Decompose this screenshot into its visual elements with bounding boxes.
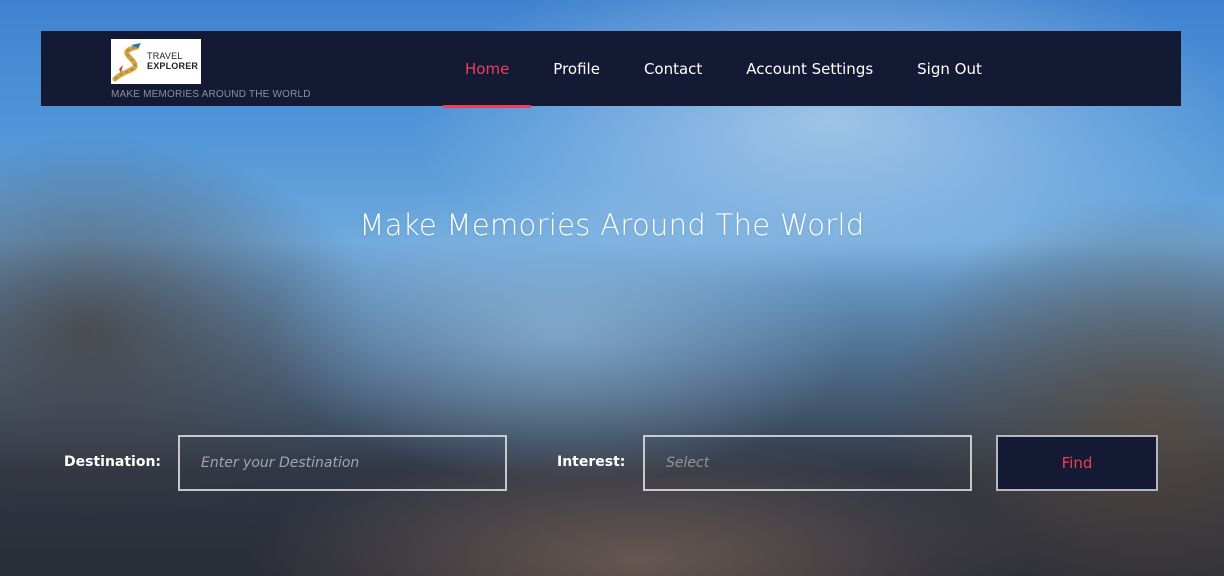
brand-tagline: MAKE MEMORIES AROUND THE WORLD [111,89,311,100]
interest-label: Interest: [557,454,626,470]
logo-text-explorer: EXPLORER [147,61,199,71]
logo-text-travel: TRAVEL [147,51,183,61]
find-button[interactable]: Find [996,435,1158,491]
nav-home[interactable]: Home [443,31,532,108]
nav-contact[interactable]: Contact [622,31,724,106]
nav-sign-out[interactable]: Sign Out [895,31,1004,106]
destination-label: Destination: [64,454,162,470]
main-nav: Home Profile Contact Account Settings Si… [443,31,1004,108]
hero-title: Make Memories Around The World [359,208,865,242]
navbar: TRAVEL EXPLORER MAKE MEMORIES AROUND THE… [41,31,1181,108]
brand-logo[interactable]: TRAVEL EXPLORER [111,39,201,84]
nav-profile[interactable]: Profile [531,31,622,106]
nav-account-settings[interactable]: Account Settings [724,31,895,106]
interest-select-value: Select [666,455,710,471]
interest-select[interactable]: Select [643,435,972,491]
page-background: TRAVEL EXPLORER MAKE MEMORIES AROUND THE… [0,0,1224,576]
destination-input[interactable] [178,435,507,491]
